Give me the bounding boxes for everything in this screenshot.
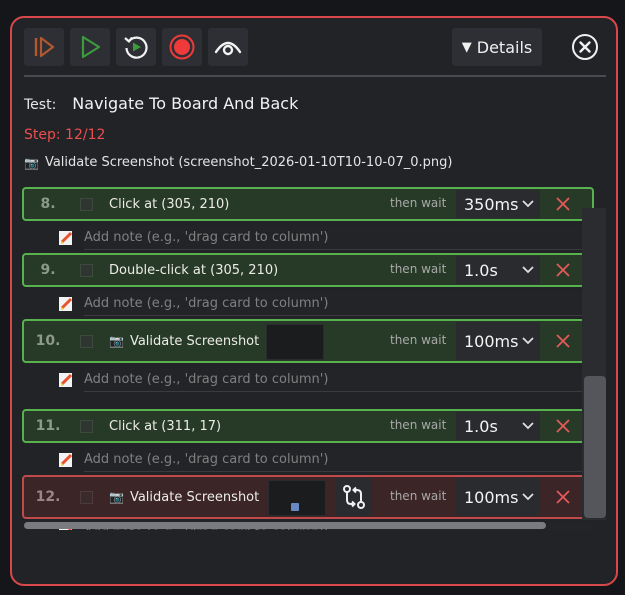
test-label: Test: bbox=[24, 97, 57, 113]
wait-select[interactable]: 350ms bbox=[456, 190, 540, 218]
step-checkbox[interactable] bbox=[80, 334, 93, 348]
replay-button[interactable] bbox=[116, 28, 156, 66]
then-wait-label: then wait bbox=[390, 196, 447, 210]
steps-list[interactable]: 8. Click at (305, 210) then wait 350ms 9… bbox=[22, 183, 594, 530]
delete-icon bbox=[556, 197, 570, 211]
step-number: 12. bbox=[35, 489, 61, 505]
note-icon bbox=[59, 373, 73, 387]
note-row bbox=[58, 291, 594, 317]
step-number: 8. bbox=[40, 196, 56, 212]
step-number: 9. bbox=[40, 262, 56, 278]
then-wait-label: then wait bbox=[390, 418, 447, 432]
chevron-down-icon bbox=[522, 337, 534, 345]
triangle-down-icon: ▼ bbox=[461, 39, 472, 55]
delete-step-button[interactable] bbox=[552, 330, 574, 352]
wait-select[interactable]: 100ms bbox=[456, 322, 540, 360]
note-icon bbox=[59, 297, 73, 311]
then-wait-label: then wait bbox=[390, 262, 447, 276]
screenshot-thumbnail[interactable] bbox=[268, 480, 326, 516]
git-compare-icon bbox=[343, 485, 365, 509]
note-row bbox=[58, 447, 594, 473]
chevron-down-icon bbox=[522, 493, 534, 501]
wait-value: 100ms bbox=[464, 331, 519, 351]
note-input[interactable] bbox=[84, 292, 594, 316]
details-label: Details bbox=[476, 37, 533, 57]
horizontal-scrollbar-thumb[interactable] bbox=[24, 522, 546, 529]
preview-button[interactable] bbox=[208, 28, 248, 66]
wait-select[interactable]: 1.0s bbox=[456, 256, 540, 284]
chevron-down-icon bbox=[522, 266, 534, 274]
note-row bbox=[58, 225, 594, 251]
step-forward-icon bbox=[34, 36, 55, 58]
step-row[interactable]: 8. Click at (305, 210) then wait 350ms bbox=[22, 187, 594, 221]
vertical-scrollbar-thumb[interactable] bbox=[584, 376, 606, 518]
step-label: Click at (311, 17) bbox=[109, 418, 222, 434]
camera-icon: 📷 bbox=[24, 155, 39, 170]
replay-icon bbox=[124, 36, 148, 59]
then-wait-label: then wait bbox=[390, 333, 447, 347]
note-icon bbox=[59, 453, 73, 467]
wait-value: 1.0s bbox=[464, 260, 498, 280]
delete-step-button[interactable] bbox=[552, 193, 574, 215]
step-label: Double-click at (305, 210) bbox=[109, 262, 279, 278]
chevron-down-icon bbox=[522, 422, 534, 430]
step-checkbox[interactable] bbox=[80, 197, 93, 211]
details-toggle-button[interactable]: ▼ Details bbox=[452, 28, 542, 66]
step-row-current[interactable]: 12. 📷 Validate Screenshot then wait 100m… bbox=[22, 475, 594, 519]
step-checkbox[interactable] bbox=[80, 263, 93, 277]
step-label-text: Validate Screenshot bbox=[129, 333, 260, 349]
note-row bbox=[58, 367, 594, 393]
note-input[interactable] bbox=[84, 226, 594, 250]
wait-value: 350ms bbox=[464, 194, 519, 214]
toolbar-divider bbox=[24, 75, 606, 77]
record-button[interactable] bbox=[162, 28, 202, 66]
step-number: 10. bbox=[35, 333, 61, 349]
delete-icon bbox=[556, 263, 570, 277]
record-icon bbox=[169, 34, 195, 60]
delete-icon bbox=[556, 490, 570, 504]
wait-value: 1.0s bbox=[464, 416, 498, 436]
chevron-down-icon bbox=[522, 200, 534, 208]
close-button[interactable] bbox=[570, 32, 600, 62]
step-checkbox[interactable] bbox=[80, 490, 93, 504]
compare-button[interactable] bbox=[336, 478, 372, 516]
step-checkbox[interactable] bbox=[80, 419, 93, 433]
test-name: Navigate To Board And Back bbox=[72, 94, 299, 113]
toolbar bbox=[24, 28, 248, 66]
step-forward-button[interactable] bbox=[24, 28, 64, 66]
screenshot-thumbnail[interactable] bbox=[266, 324, 324, 360]
step-label-text: Validate Screenshot bbox=[129, 489, 260, 505]
camera-icon: 📷 bbox=[109, 334, 124, 348]
test-runner-panel: ▼ Details Test: Navigate To Board And Ba… bbox=[10, 16, 618, 586]
note-input[interactable] bbox=[84, 448, 594, 472]
step-label: 📷 Validate Screenshot bbox=[109, 334, 259, 349]
step-counter: Step: 12/12 bbox=[24, 127, 106, 143]
step-row[interactable]: 11. Click at (311, 17) then wait 1.0s bbox=[22, 409, 594, 443]
play-button[interactable] bbox=[70, 28, 110, 66]
delete-step-button[interactable] bbox=[552, 415, 574, 437]
wait-select[interactable]: 100ms bbox=[456, 478, 540, 516]
current-step-text: Validate Screenshot (screenshot_2026-01-… bbox=[44, 155, 453, 170]
step-label: Click at (305, 210) bbox=[109, 196, 230, 212]
play-icon bbox=[81, 35, 101, 59]
camera-icon: 📷 bbox=[109, 490, 124, 504]
eye-icon bbox=[214, 41, 242, 56]
close-icon bbox=[572, 34, 598, 60]
note-input[interactable] bbox=[84, 368, 594, 392]
current-step: 📷 Validate Screenshot (screenshot_2026-0… bbox=[24, 155, 452, 170]
delete-step-button[interactable] bbox=[552, 259, 574, 281]
step-row[interactable]: 10. 📷 Validate Screenshot then wait 100m… bbox=[22, 319, 594, 363]
delete-icon bbox=[556, 419, 570, 433]
step-row[interactable]: 9. Double-click at (305, 210) then wait … bbox=[22, 253, 594, 287]
wait-select[interactable]: 1.0s bbox=[456, 412, 540, 440]
step-label: 📷 Validate Screenshot bbox=[109, 490, 259, 505]
wait-value: 100ms bbox=[464, 487, 519, 507]
test-info: Test: Navigate To Board And Back bbox=[24, 94, 298, 113]
thumbnail-marker bbox=[291, 503, 299, 511]
delete-step-button[interactable] bbox=[552, 486, 574, 508]
then-wait-label: then wait bbox=[390, 489, 447, 503]
delete-icon bbox=[556, 334, 570, 348]
note-icon bbox=[59, 231, 73, 245]
step-number: 11. bbox=[35, 418, 61, 434]
